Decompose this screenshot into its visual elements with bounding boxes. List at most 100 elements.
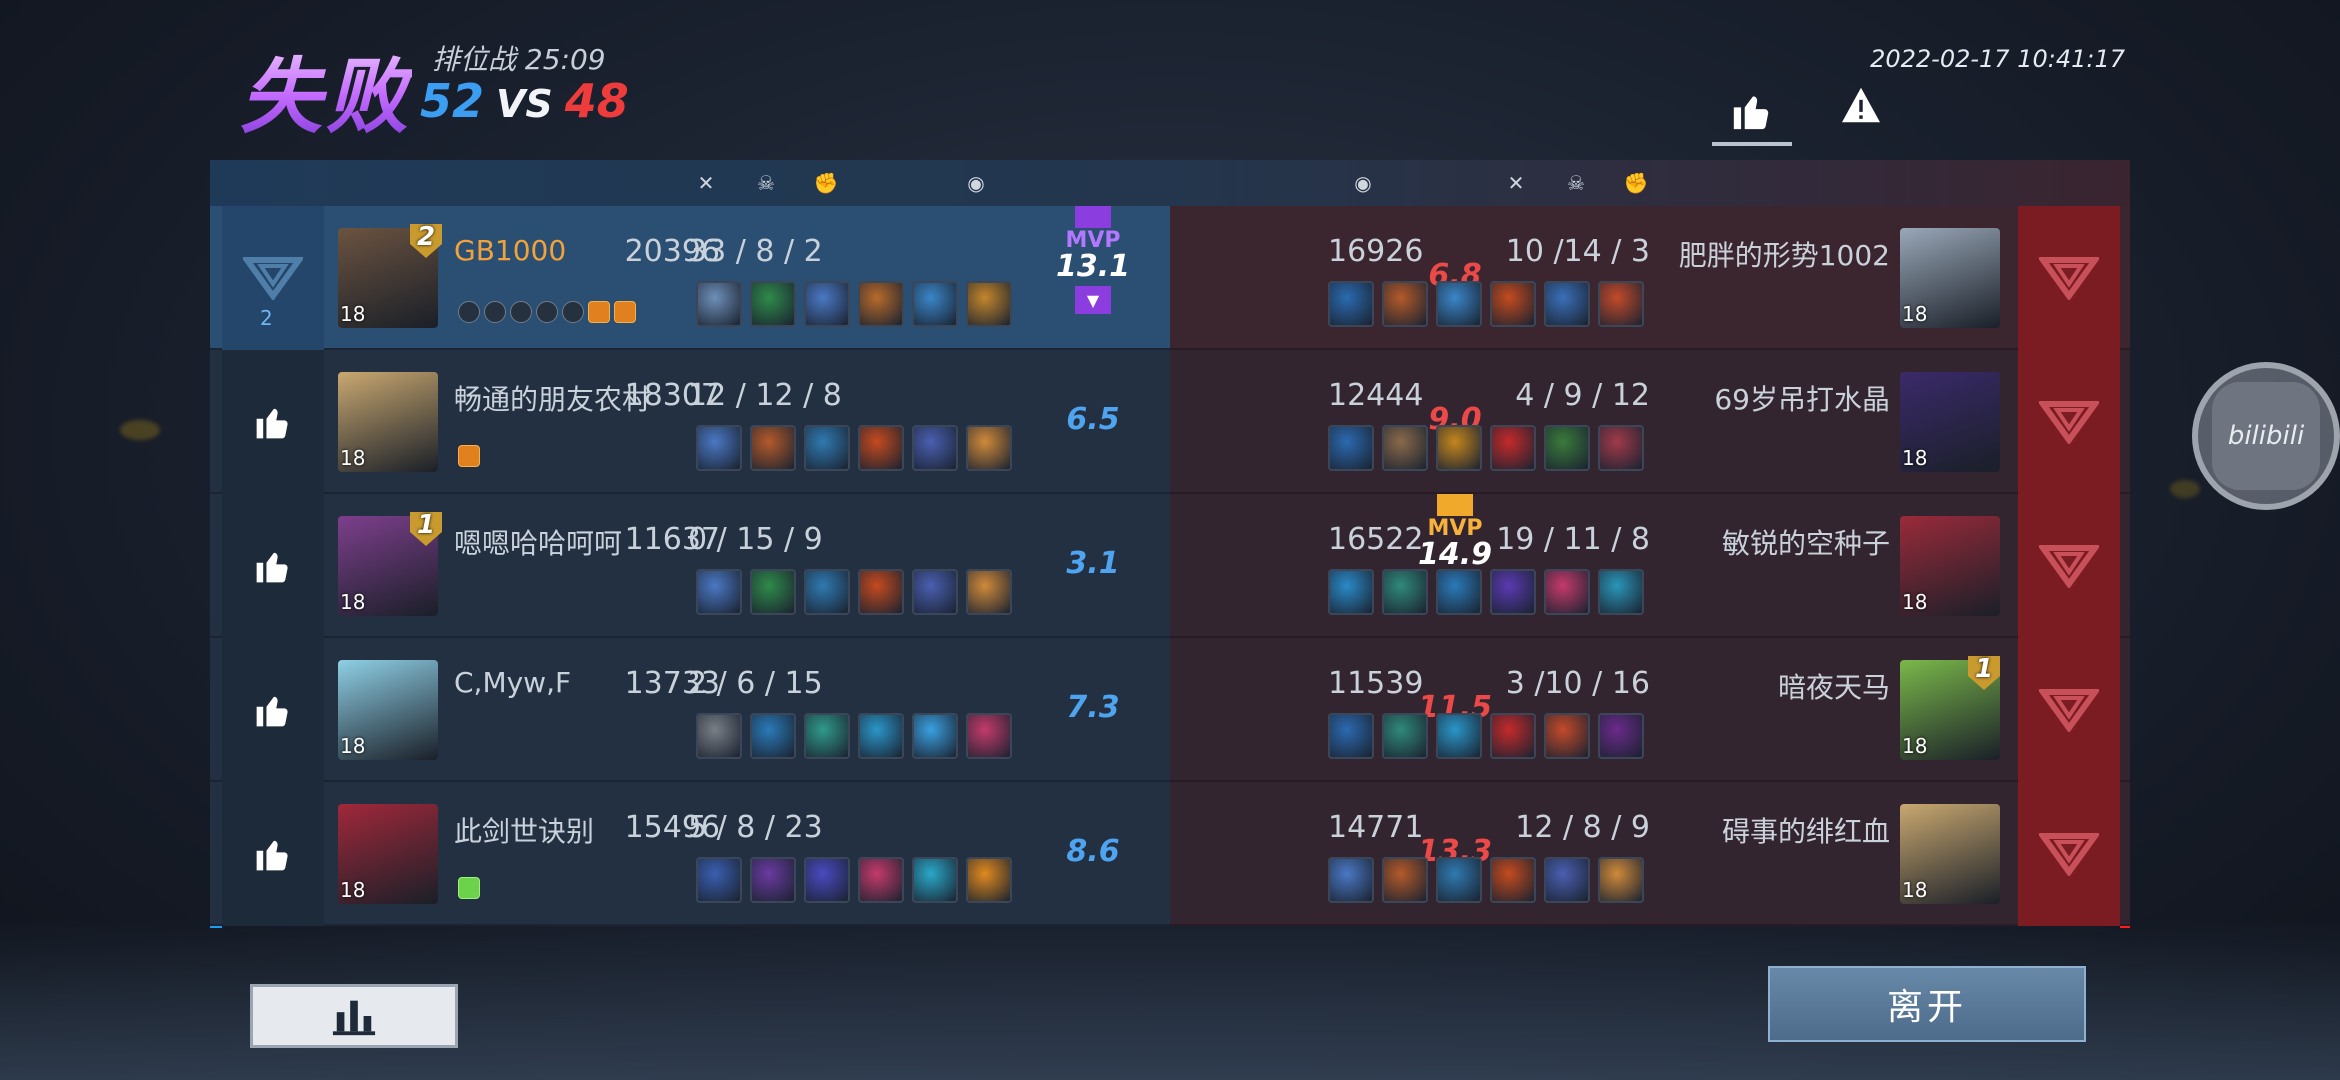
item-icon[interactable]	[966, 425, 1012, 471]
item-icon[interactable]	[1490, 425, 1536, 471]
item-icon[interactable]	[858, 713, 904, 759]
player-name[interactable]: 敏锐的空种子	[1722, 522, 1890, 562]
player-name[interactable]: C,Myw,F	[454, 666, 571, 699]
hero-avatar[interactable]: 18	[338, 372, 438, 472]
item-icon[interactable]	[1598, 425, 1644, 471]
item-icon[interactable]	[1328, 857, 1374, 903]
player-name[interactable]: 肥胖的形势1002	[1679, 234, 1890, 274]
item-icon[interactable]	[858, 281, 904, 327]
item-icon[interactable]	[1382, 713, 1428, 759]
item-icon[interactable]	[696, 569, 742, 615]
item-icon[interactable]	[804, 857, 850, 903]
damage: 11539	[1328, 666, 1424, 701]
player-name[interactable]: 此剑世诀别	[454, 810, 594, 850]
item-icon[interactable]	[1490, 281, 1536, 327]
thumbs-up-icon	[1733, 96, 1769, 130]
item-icon[interactable]	[1436, 569, 1482, 615]
item-icon[interactable]	[912, 857, 958, 903]
item-icon[interactable]	[750, 569, 796, 615]
item-icon[interactable]	[858, 425, 904, 471]
like-button[interactable]	[222, 494, 324, 638]
item-icon[interactable]	[696, 857, 742, 903]
item-icon[interactable]	[1328, 713, 1374, 759]
dislike-button[interactable]	[2018, 638, 2120, 782]
item-icon[interactable]	[1544, 857, 1590, 903]
item-icon[interactable]	[1598, 281, 1644, 327]
hero-avatar[interactable]: 18	[338, 660, 438, 760]
dislike-button[interactable]	[2018, 494, 2120, 638]
item-icon[interactable]	[1328, 425, 1374, 471]
item-icon[interactable]	[912, 425, 958, 471]
dislike-button[interactable]	[2018, 206, 2120, 350]
item-icon[interactable]	[1328, 281, 1374, 327]
item-icon[interactable]	[804, 281, 850, 327]
item-icon[interactable]	[912, 569, 958, 615]
item-icon[interactable]	[750, 425, 796, 471]
skull-icon: ☠	[1567, 171, 1585, 195]
hero-avatar[interactable]: 18	[338, 804, 438, 904]
match-mode: 排位战	[432, 43, 517, 76]
item-icon[interactable]	[750, 713, 796, 759]
dislike-button[interactable]	[2018, 782, 2120, 926]
like-button[interactable]	[222, 782, 324, 926]
item-icon[interactable]	[966, 569, 1012, 615]
item-icon[interactable]	[1598, 569, 1644, 615]
like-button[interactable]	[222, 350, 324, 494]
item-icon[interactable]	[858, 857, 904, 903]
item-icon[interactable]	[1490, 857, 1536, 903]
player-name[interactable]: 畅通的朋友农村	[454, 378, 650, 418]
item-icon[interactable]	[1436, 281, 1482, 327]
hero-avatar[interactable]: 18	[1900, 516, 2000, 616]
floating-widget[interactable]: bilibili	[2192, 362, 2340, 510]
item-icon[interactable]	[696, 713, 742, 759]
item-icon[interactable]	[1382, 857, 1428, 903]
hero-avatar[interactable]: 18	[1900, 804, 2000, 904]
player-name[interactable]: 69岁吊打水晶	[1714, 378, 1890, 418]
item-icon[interactable]	[696, 281, 742, 327]
item-icon[interactable]	[1436, 857, 1482, 903]
item-icon[interactable]	[1382, 425, 1428, 471]
item-icon[interactable]	[804, 569, 850, 615]
item-icon[interactable]	[750, 857, 796, 903]
item-icon[interactable]	[1328, 569, 1374, 615]
player-name[interactable]: 碍事的绯红血	[1722, 810, 1890, 850]
rank-badge: 1	[406, 508, 446, 548]
hero-avatar[interactable]: 18	[1900, 228, 2000, 328]
like-all-button[interactable]	[1712, 80, 1792, 146]
item-icon[interactable]	[1544, 569, 1590, 615]
hero-level: 18	[1902, 446, 1928, 470]
player-name[interactable]: 嗯嗯哈哈呵呵	[454, 522, 622, 562]
item-icon[interactable]	[1382, 569, 1428, 615]
item-icon[interactable]	[966, 857, 1012, 903]
item-icon[interactable]	[1436, 713, 1482, 759]
item-icon[interactable]	[1598, 713, 1644, 759]
item-icon[interactable]	[966, 281, 1012, 327]
like-button[interactable]	[222, 638, 324, 782]
item-icon[interactable]	[696, 425, 742, 471]
item-icon[interactable]	[804, 425, 850, 471]
item-icon[interactable]	[1382, 281, 1428, 327]
dislike-button[interactable]	[2018, 350, 2120, 494]
item-icon[interactable]	[1544, 281, 1590, 327]
item-icon[interactable]	[804, 713, 850, 759]
item-icon[interactable]	[912, 281, 958, 327]
item-icon[interactable]	[912, 713, 958, 759]
player-name[interactable]: 暗夜天马	[1778, 666, 1890, 706]
item-icon[interactable]	[750, 281, 796, 327]
item-icon[interactable]	[1490, 713, 1536, 759]
item-icon[interactable]	[858, 569, 904, 615]
stats-button[interactable]	[250, 984, 458, 1048]
player-name[interactable]: GB1000	[454, 234, 566, 267]
item-icon[interactable]	[966, 713, 1012, 759]
item-icon[interactable]	[1490, 569, 1536, 615]
item-icon[interactable]	[1544, 713, 1590, 759]
report-all-button[interactable]	[1838, 82, 1884, 128]
dislike-triangle-icon	[2039, 833, 2099, 876]
damage: 12444	[1328, 378, 1424, 413]
hero-avatar[interactable]: 18	[1900, 372, 2000, 472]
item-icon[interactable]	[1598, 857, 1644, 903]
item-icon[interactable]	[1544, 425, 1590, 471]
result-title: 失败	[240, 30, 412, 149]
leave-button[interactable]: 离开	[1768, 966, 2086, 1042]
item-icon[interactable]	[1436, 425, 1482, 471]
